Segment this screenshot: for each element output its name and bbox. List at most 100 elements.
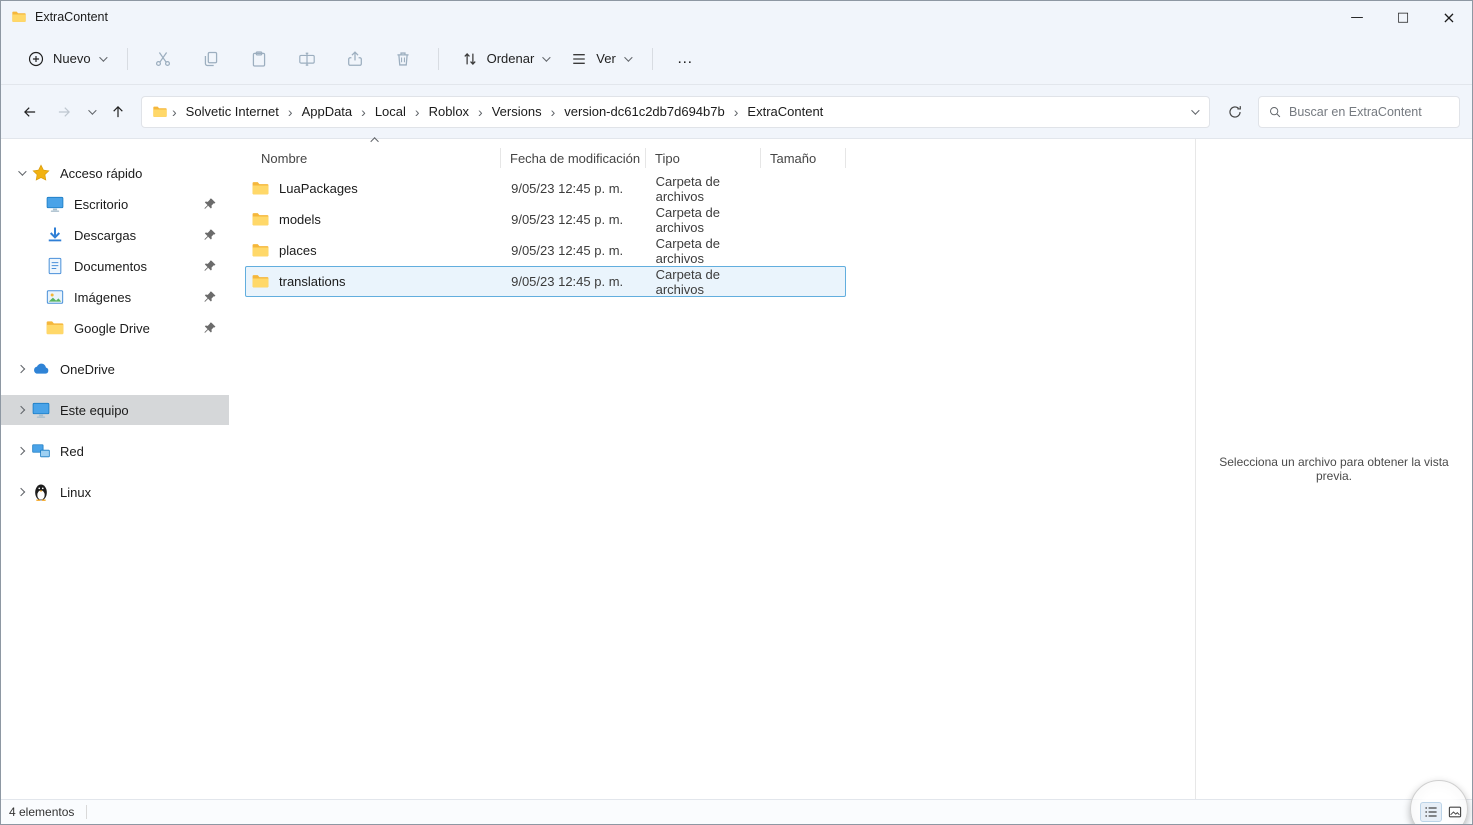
details-view-icon xyxy=(1423,804,1439,820)
view-button-label: Ver xyxy=(596,51,616,66)
copy-button[interactable] xyxy=(188,41,234,77)
more-options-button[interactable]: … xyxy=(665,46,706,72)
quick-access-star-icon xyxy=(31,163,51,183)
column-headers: Nombre Fecha de modificación Tipo Tamaño xyxy=(245,137,1195,171)
sidebar-item-label: Este equipo xyxy=(60,402,129,418)
chevron-down-icon xyxy=(98,52,108,62)
google-drive-folder-icon xyxy=(45,318,65,338)
breadcrumb-item-4[interactable]: Versions xyxy=(487,101,547,122)
file-row-places[interactable]: places 9/05/23 12:45 p. m. Carpeta de ar… xyxy=(245,235,846,266)
search-box[interactable] xyxy=(1258,95,1460,128)
arrow-right-icon xyxy=(56,104,72,120)
plus-circle-icon xyxy=(27,50,45,68)
sort-button[interactable]: Ordenar xyxy=(451,42,559,76)
delete-button[interactable] xyxy=(380,41,426,77)
chevron-collapsed-icon[interactable] xyxy=(16,364,26,374)
minimize-button[interactable]: — xyxy=(1334,1,1380,33)
breadcrumb-item-3[interactable]: Roblox xyxy=(424,101,474,122)
file-explorer-window: ExtraContent — □ × Nuevo Ordenar Ver … ›… xyxy=(0,0,1473,825)
search-input[interactable] xyxy=(1289,104,1450,119)
breadcrumb-separator: › xyxy=(550,103,556,120)
breadcrumb-separator: › xyxy=(478,103,483,120)
file-row-translations[interactable]: translations 9/05/23 12:45 p. m. Carpeta… xyxy=(245,266,846,297)
rename-button[interactable] xyxy=(284,41,330,77)
status-bar: 4 elementos xyxy=(1,799,1472,824)
chevron-collapsed-icon[interactable] xyxy=(16,446,26,456)
details-view-button[interactable] xyxy=(1420,802,1442,822)
column-header-label: Fecha de modificación xyxy=(510,150,641,166)
sidebar-item-network[interactable]: Red xyxy=(1,436,229,466)
column-header-size[interactable]: Tamaño xyxy=(761,148,846,168)
sidebar-item-quick-access[interactable]: Acceso rápido xyxy=(1,158,229,188)
sidebar-item-this-pc[interactable]: Este equipo xyxy=(1,395,229,425)
sidebar-item-label: Imágenes xyxy=(74,289,132,305)
toolbar-divider xyxy=(126,47,128,70)
column-header-modified[interactable]: Fecha de modificación xyxy=(501,148,646,168)
cut-icon xyxy=(154,50,172,68)
chevron-expanded-icon[interactable] xyxy=(18,167,27,176)
column-header-label: Nombre xyxy=(261,150,308,166)
breadcrumb-item-0[interactable]: Solvetic Internet xyxy=(181,101,284,122)
paste-button[interactable] xyxy=(236,41,282,77)
share-button[interactable] xyxy=(332,41,378,77)
back-button[interactable] xyxy=(13,96,47,128)
toolbar-divider xyxy=(437,47,439,70)
sidebar-item-desktop[interactable]: Escritorio xyxy=(1,189,229,219)
file-row-luapackages[interactable]: LuaPackages 9/05/23 12:45 p. m. Carpeta … xyxy=(245,173,846,204)
breadcrumb-separator: › xyxy=(172,103,177,120)
forward-button[interactable] xyxy=(47,96,81,128)
sidebar-item-linux[interactable]: Linux xyxy=(1,477,229,507)
sidebar-item-label: Google Drive xyxy=(74,320,150,336)
sidebar-item-documents[interactable]: Documentos xyxy=(1,251,229,281)
view-toggles xyxy=(1420,802,1466,822)
file-name: LuaPackages xyxy=(279,181,358,196)
refresh-icon xyxy=(1227,104,1243,120)
navigation-bar: › Solvetic Internet › AppData › Local › … xyxy=(1,85,1472,139)
chevron-collapsed-icon[interactable] xyxy=(16,405,26,415)
breadcrumb-item-2[interactable]: Local xyxy=(370,101,411,122)
folder-icon xyxy=(251,179,270,198)
breadcrumb-item-5[interactable]: version-dc61c2db7d694b7b xyxy=(559,101,729,122)
sidebar-item-google-drive[interactable]: Google Drive xyxy=(1,313,229,343)
breadcrumb-item-6[interactable]: ExtraContent xyxy=(742,101,828,122)
thumbnail-view-button[interactable] xyxy=(1444,802,1466,822)
close-button[interactable]: × xyxy=(1426,1,1472,33)
sidebar-item-pictures[interactable]: Imágenes xyxy=(1,282,229,312)
recent-locations-button[interactable] xyxy=(81,96,101,128)
file-modified-date: 9/05/23 12:45 p. m. xyxy=(511,181,624,196)
copy-icon xyxy=(202,50,220,68)
up-button[interactable] xyxy=(101,96,135,128)
documents-icon xyxy=(45,256,65,276)
refresh-button[interactable] xyxy=(1218,96,1252,128)
file-type: Carpeta de archivos xyxy=(655,266,720,297)
file-row-models[interactable]: models 9/05/23 12:45 p. m. Carpeta de ar… xyxy=(245,204,846,235)
chevron-collapsed-icon[interactable] xyxy=(16,487,26,497)
network-icon xyxy=(31,441,51,461)
items-count: 4 elementos xyxy=(9,805,75,819)
breadcrumb-item-1[interactable]: AppData xyxy=(297,101,358,122)
folder-icon xyxy=(251,210,270,229)
file-modified-date: 9/05/23 12:45 p. m. xyxy=(511,243,624,258)
view-button[interactable]: Ver xyxy=(560,42,640,76)
address-bar[interactable]: › Solvetic Internet › AppData › Local › … xyxy=(141,95,1210,128)
chevron-down-icon xyxy=(542,52,551,62)
address-dropdown-icon[interactable] xyxy=(1191,105,1200,115)
sidebar-item-label: Escritorio xyxy=(74,196,129,212)
column-header-name[interactable]: Nombre xyxy=(245,137,501,168)
sidebar-item-downloads[interactable]: Descargas xyxy=(1,220,229,250)
cut-button[interactable] xyxy=(140,41,186,77)
rename-icon xyxy=(298,50,316,68)
pin-icon xyxy=(203,197,217,211)
file-name: models xyxy=(279,212,321,227)
file-list-pane: Nombre Fecha de modificación Tipo Tamaño… xyxy=(229,137,1195,799)
column-header-type[interactable]: Tipo xyxy=(646,148,761,168)
sidebar-item-onedrive[interactable]: OneDrive xyxy=(1,354,229,384)
sidebar-item-label: Linux xyxy=(60,484,92,500)
pictures-icon xyxy=(45,287,65,307)
new-button[interactable]: Nuevo xyxy=(17,42,115,76)
sidebar-item-label: Descargas xyxy=(74,227,137,243)
maximize-button[interactable]: □ xyxy=(1380,1,1426,33)
